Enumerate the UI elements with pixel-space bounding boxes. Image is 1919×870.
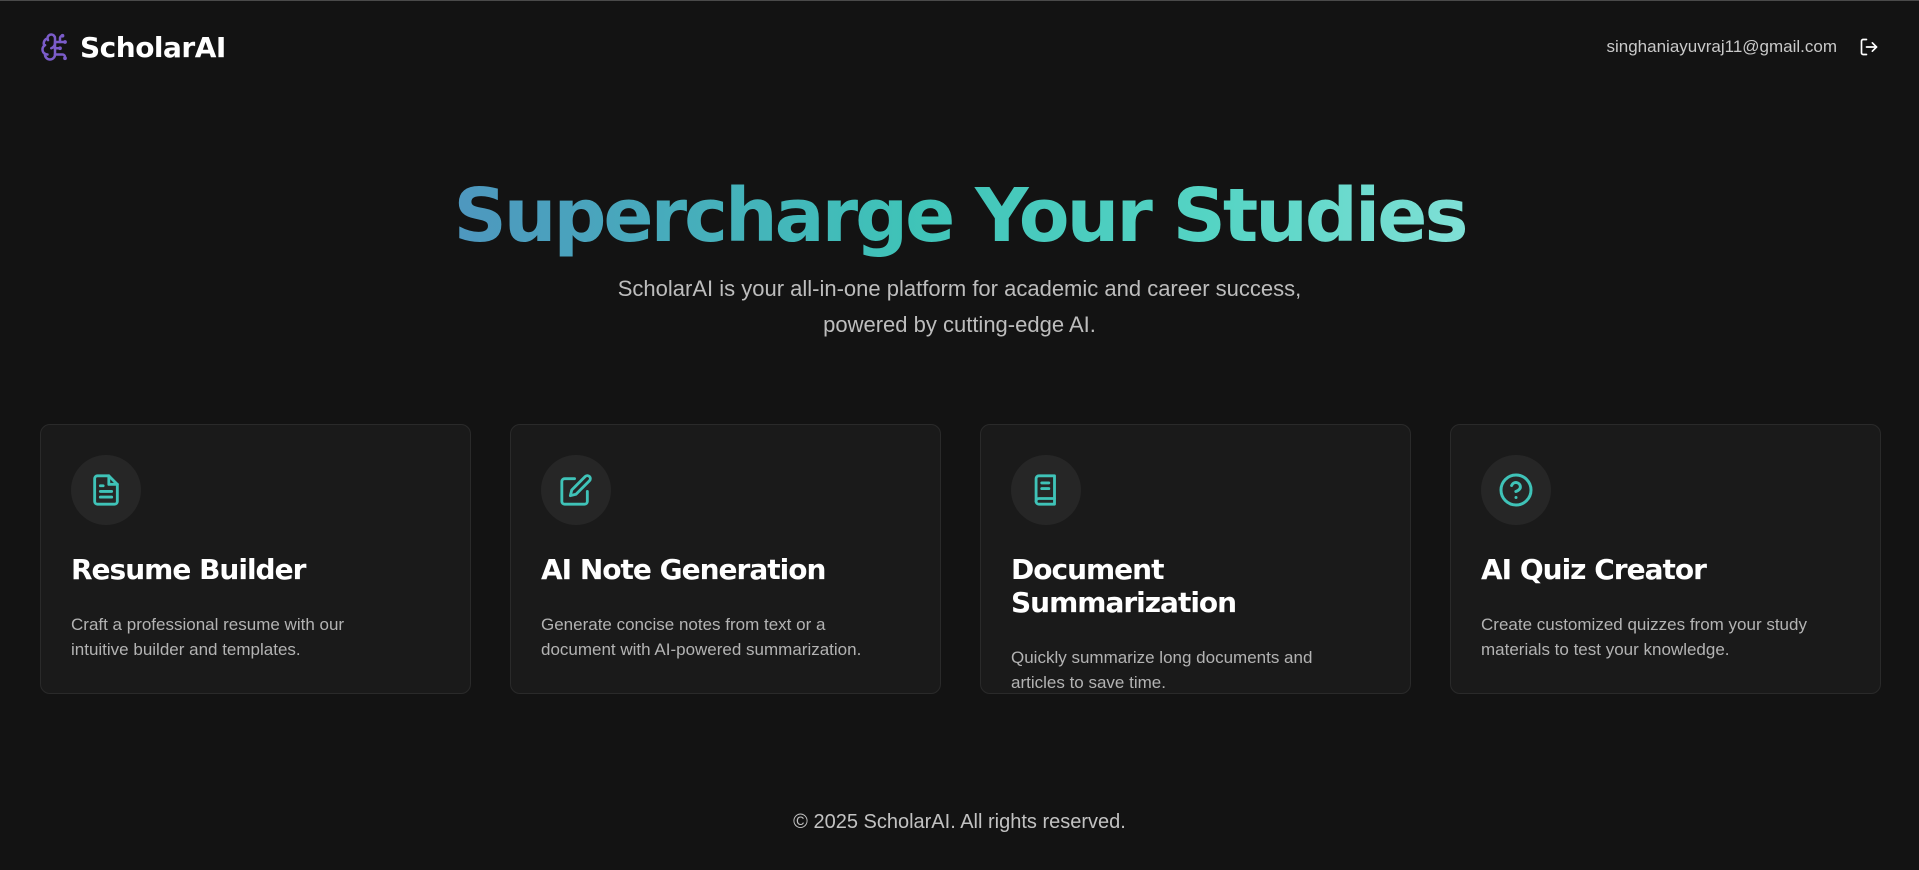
feature-card-ai-quiz-creator[interactable]: AI Quiz Creator Create customized quizze… — [1450, 424, 1881, 694]
hero-subtitle-line-1: ScholarAI is your all-in-one platform fo… — [617, 276, 1302, 301]
feature-cards: Resume Builder Craft a professional resu… — [40, 424, 1881, 694]
user-area: singhaniayuvraj11@gmail.com — [1607, 37, 1880, 57]
brand-logo-link[interactable]: ScholarAI — [40, 31, 226, 64]
feature-card-resume-builder[interactable]: Resume Builder Craft a professional resu… — [40, 424, 471, 694]
feature-card-description-line: Generate concise notes from text or a — [541, 615, 826, 634]
feature-card-document-summarization[interactable]: Document Summarization Quickly summarize… — [980, 424, 1411, 694]
logout-icon[interactable] — [1859, 37, 1879, 57]
hero-title: Supercharge Your Studies — [453, 173, 1468, 259]
feature-card-title: Document Summarization — [1011, 553, 1237, 619]
footer-copyright: © 2025 ScholarAI. All rights reserved. — [793, 811, 1126, 833]
brain-icon — [40, 32, 70, 62]
feature-card-description-line: articles to save time. — [1011, 673, 1166, 692]
feature-card-ai-note-generation[interactable]: AI Note Generation Generate concise note… — [510, 424, 941, 694]
feature-card-description-line: Craft a professional resume with our — [71, 615, 345, 634]
feature-card-description: Create customized quizzes from your stud… — [1481, 612, 1850, 662]
feature-card-description-line: materials to test your knowledge. — [1481, 640, 1730, 659]
feature-card-title: AI Note Generation — [541, 553, 826, 586]
feature-card-description-line: document with AI-powered summarization. — [541, 640, 862, 659]
hero-section: Supercharge Your Studies ScholarAI is yo… — [0, 171, 1919, 343]
feature-card-description: Craft a professional resume with our int… — [71, 612, 440, 662]
top-navbar: ScholarAI singhaniayuvraj11@gmail.com — [0, 1, 1919, 93]
brand-name: ScholarAI — [80, 30, 226, 64]
book-icon — [1011, 455, 1081, 525]
edit-icon — [541, 455, 611, 525]
user-email: singhaniayuvraj11@gmail.com — [1606, 37, 1838, 56]
footer: © 2025 ScholarAI. All rights reserved. — [0, 811, 1919, 834]
help-circle-icon — [1481, 455, 1551, 525]
feature-card-description: Quickly summarize long documents and art… — [1011, 645, 1380, 695]
file-text-icon — [71, 455, 141, 525]
feature-card-title: AI Quiz Creator — [1481, 553, 1707, 586]
feature-card-description-line: Quickly summarize long documents and — [1011, 648, 1313, 667]
feature-card-title: Resume Builder — [71, 553, 306, 586]
page: ScholarAI singhaniayuvraj11@gmail.com Su… — [0, 0, 1919, 870]
hero-subtitle-line-2: powered by cutting-edge AI. — [823, 312, 1096, 337]
hero-subtitle: ScholarAI is your all-in-one platform fo… — [0, 271, 1919, 343]
feature-card-description-line: intuitive builder and templates. — [71, 640, 301, 659]
feature-card-description: Generate concise notes from text or a do… — [541, 612, 910, 662]
feature-card-description-line: Create customized quizzes from your stud… — [1481, 615, 1807, 634]
